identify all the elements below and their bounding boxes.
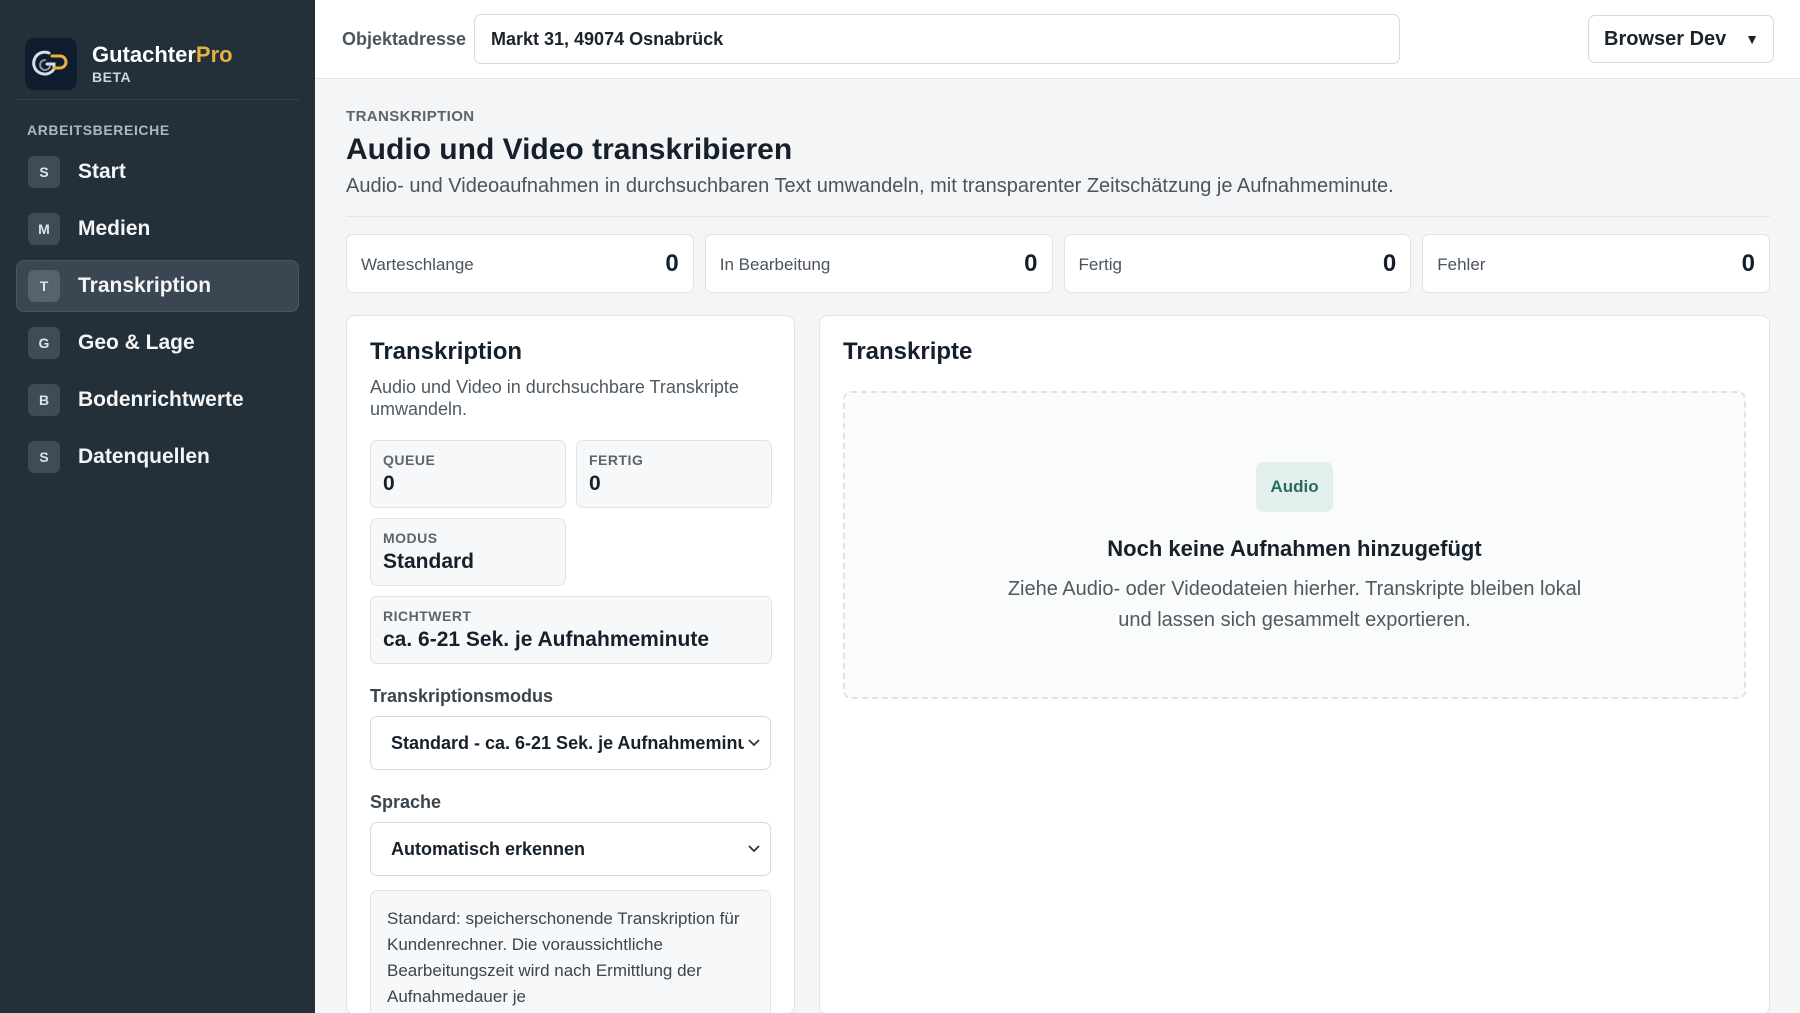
panels: Transkription Audio und Video in durchsu…	[346, 315, 1770, 1013]
transcription-settings-panel: Transkription Audio und Video in durchsu…	[346, 315, 795, 1013]
nav-badge: G	[28, 327, 60, 359]
sidebar-item-start[interactable]: S Start	[16, 146, 299, 198]
mode-select-label: Transkriptionsmodus	[370, 686, 554, 706]
page-eyebrow: TRANSKRIPTION	[346, 108, 475, 125]
brand-name: GutachterPro	[92, 41, 233, 67]
done-card: FERTIG 0	[576, 440, 772, 508]
sidebar-item-medien[interactable]: M Medien	[16, 203, 299, 255]
transcription-mode-select[interactable]: Standard - ca. 6-21 Sek. je Aufnahmeminu…	[370, 716, 771, 770]
nav-badge: T	[28, 270, 60, 302]
stat-label: In Bearbeitung	[719, 254, 831, 274]
panel-subtitle: Audio und Video in durchsuchbare Transkr…	[370, 377, 739, 419]
caret-down-icon: ▼	[1745, 31, 1759, 47]
nav-badge: M	[28, 213, 60, 245]
sidebar-item-label: Start	[78, 160, 126, 183]
sidebar-item-label: Transkription	[78, 274, 212, 297]
audio-badge: Audio	[1256, 462, 1333, 512]
guide-label: RICHTWERT	[383, 608, 472, 624]
section-label: ARBEITSBEREICHE	[27, 122, 170, 138]
stat-card-in-progress: In Bearbeitung 0	[704, 234, 1053, 293]
sidebar-item-label: Geo & Lage	[78, 331, 195, 354]
main-content: TRANSKRIPTION Audio und Video transkribi…	[346, 79, 1770, 1013]
done-label: FERTIG	[589, 452, 644, 468]
language-select[interactable]: Automatisch erkennen	[370, 822, 771, 876]
sidebar: GutachterPro BETA ARBEITSBEREICHE S Star…	[0, 0, 315, 1013]
stat-value: 0	[1741, 249, 1755, 277]
nav-badge: S	[28, 441, 60, 473]
sidebar-item-label: Datenquellen	[78, 445, 210, 468]
file-dropzone[interactable]: Audio Noch keine Aufnahmen hinzugefügt Z…	[843, 391, 1746, 699]
stat-card-errors: Fehler 0	[1422, 234, 1770, 293]
sidebar-item-label: Medien	[78, 217, 151, 240]
empty-state-text: Ziehe Audio- oder Videodateien hierher. …	[1007, 578, 1582, 631]
sidebar-item-geo-lage[interactable]: G Geo & Lage	[16, 317, 299, 369]
sidebar-nav: S Start M Medien T Transkription G Geo &…	[0, 146, 315, 483]
done-value: 0	[589, 472, 601, 495]
guide-value-card: RICHTWERT ca. 6-21 Sek. je Aufnahmeminut…	[370, 596, 772, 664]
beta-badge: BETA	[92, 68, 132, 85]
stat-value: 0	[1024, 249, 1038, 277]
mode-value: Standard	[383, 550, 475, 573]
queue-label: QUEUE	[383, 452, 436, 468]
sidebar-item-datenquellen[interactable]: S Datenquellen	[16, 431, 299, 483]
brand[interactable]: GutachterPro BETA	[16, 0, 299, 100]
stat-label: Warteschlange	[361, 254, 474, 274]
address-label: Objektadresse	[342, 28, 467, 49]
mode-description-note: Standard: speicherschonende Transkriptio…	[370, 890, 771, 1013]
queue-card: QUEUE 0	[370, 440, 566, 508]
stats-row: Warteschlange 0 In Bearbeitung 0 Fertig …	[346, 234, 1770, 293]
mode-label: MODUS	[383, 530, 438, 546]
topbar: Objektadresse Browser Dev ▼	[315, 0, 1800, 79]
empty-state-title: Noch keine Aufnahmen hinzugefügt	[1107, 536, 1482, 561]
stat-label: Fertig	[1078, 254, 1122, 274]
nav-badge: S	[28, 156, 60, 188]
environment-label: Browser Dev	[1604, 27, 1727, 50]
gp-logo-icon	[25, 37, 77, 90]
address-input[interactable]	[474, 14, 1400, 64]
queue-value: 0	[383, 472, 395, 495]
sidebar-item-label: Bodenrichtwerte	[78, 388, 244, 411]
stat-card-queue: Warteschlange 0	[346, 234, 694, 293]
stat-value: 0	[1382, 249, 1397, 277]
sidebar-item-transkription[interactable]: T Transkription	[16, 260, 299, 312]
chevron-down-icon	[748, 739, 760, 747]
stat-value: 0	[665, 249, 679, 277]
select-value: Automatisch erkennen	[391, 838, 586, 859]
guide-value: ca. 6-21 Sek. je Aufnahmeminute	[383, 628, 710, 651]
nav-badge: B	[28, 384, 60, 416]
mode-card: MODUS Standard	[370, 518, 566, 586]
transcripts-panel: Transkripte Audio Noch keine Aufnahmen h…	[819, 315, 1770, 1013]
environment-select[interactable]: Browser Dev ▼	[1588, 15, 1774, 63]
page-subtitle: Audio- und Videoaufnahmen in durchsuchba…	[346, 175, 1770, 217]
page-title: Audio und Video transkribieren	[346, 133, 793, 166]
panel-title: Transkripte	[843, 338, 973, 365]
panel-title: Transkription	[370, 338, 523, 365]
stat-card-done: Fertig 0	[1063, 234, 1412, 293]
sidebar-item-bodenrichtwerte[interactable]: B Bodenrichtwerte	[16, 374, 299, 426]
select-value: Standard - ca. 6-21 Sek. je Aufnahmeminu…	[391, 732, 744, 753]
stat-label: Fehler	[1437, 254, 1486, 274]
summary-grid: QUEUE 0 FERTIG 0 MODUS Standard RICHTWER…	[370, 440, 772, 664]
chevron-down-icon	[748, 845, 760, 853]
language-select-label: Sprache	[370, 792, 442, 812]
